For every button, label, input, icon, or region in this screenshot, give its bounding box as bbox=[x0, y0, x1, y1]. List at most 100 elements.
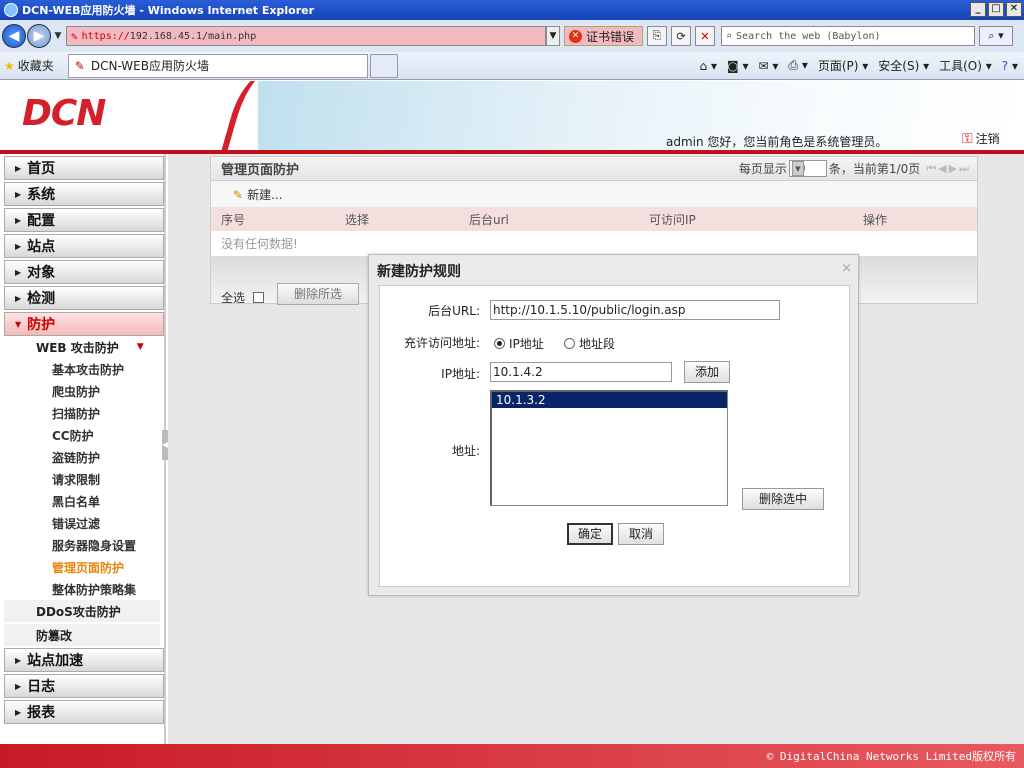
radio-range-label: 地址段 bbox=[579, 337, 616, 351]
tab-favicon-icon: ✎ bbox=[74, 58, 85, 73]
page-size-select[interactable]: 20 ▼ bbox=[788, 160, 827, 177]
dialog-close-icon[interactable]: × bbox=[841, 261, 852, 276]
stop-icon: ✕ bbox=[700, 29, 710, 43]
mail-button[interactable]: ✉ ▾ bbox=[758, 59, 778, 73]
caret-right-icon: ▶ bbox=[15, 267, 22, 277]
leaf-policy-set[interactable]: 整体防护策略集 bbox=[0, 578, 164, 600]
cancel-button[interactable]: 取消 bbox=[618, 523, 664, 545]
page-menu[interactable]: 页面(P) ▾ bbox=[818, 57, 868, 74]
sidebar-item-system[interactable]: ▶ 系统 bbox=[4, 182, 164, 206]
logout-link[interactable]: ⚿ 注销 bbox=[962, 130, 1000, 147]
submenu-tamper[interactable]: 防篡改 bbox=[4, 624, 160, 646]
user-info: admin 您好，您当前角色是系统管理员。 bbox=[666, 135, 888, 149]
leaf-error-filter[interactable]: 错误过滤 bbox=[0, 512, 164, 534]
star-icon: ★ bbox=[4, 59, 15, 73]
sidebar-item-log[interactable]: ▶ 日志 bbox=[4, 674, 164, 698]
sidebar-item-label: 首页 bbox=[27, 161, 56, 177]
radio-address-range[interactable]: 地址段 bbox=[564, 335, 615, 352]
cert-error-button[interactable]: ✕ 证书错误 bbox=[564, 26, 644, 46]
sidebar-item-config[interactable]: ▶ 配置 bbox=[4, 208, 164, 232]
sidebar-item-label: 防护 bbox=[27, 317, 56, 333]
logout-label: 注销 bbox=[975, 132, 1000, 146]
refresh-button[interactable]: ⟳ bbox=[671, 26, 692, 46]
sidebar-item-label: 对象 bbox=[27, 265, 56, 281]
feeds-button[interactable]: ◙ ▾ bbox=[727, 59, 749, 73]
back-button[interactable]: ◀ bbox=[2, 24, 26, 48]
window-titlebar: DCN-WEB应用防火墙 - Windows Internet Explorer… bbox=[0, 0, 1024, 20]
leaf-crawler[interactable]: 爬虫防护 bbox=[0, 380, 164, 402]
allow-address-label: 充许访问地址: bbox=[403, 336, 480, 350]
delete-selected-button[interactable]: 删除所选 bbox=[277, 283, 359, 305]
ie-logo-icon bbox=[4, 3, 18, 17]
url-input[interactable]: ✎ https:// 192.168.45.1/main.php bbox=[66, 26, 546, 46]
leaf-basic-attack[interactable]: 基本攻击防护 bbox=[0, 358, 164, 380]
backend-url-label: 后台URL: bbox=[428, 304, 480, 318]
backend-url-input[interactable]: http://10.1.5.10/public/login.asp bbox=[490, 300, 780, 320]
last-page-icon: ⏭ bbox=[959, 161, 971, 175]
key-icon: ⚿ bbox=[962, 130, 973, 147]
sidebar-item-report[interactable]: ▶ 报表 bbox=[4, 700, 164, 724]
address-option[interactable]: 10.1.3.2 bbox=[492, 392, 727, 408]
search-button[interactable]: ⌕ ▾ bbox=[979, 26, 1014, 46]
leaf-request-limit[interactable]: 请求限制 bbox=[0, 468, 164, 490]
submenu-web-attack[interactable]: WEB 攻击防护 ▼ bbox=[4, 336, 160, 358]
sidebar-item-label: 报表 bbox=[27, 705, 56, 721]
tools-menu[interactable]: 工具(O) ▾ bbox=[939, 57, 992, 74]
help-button[interactable]: ? ▾ bbox=[1002, 59, 1018, 73]
sidebar-item-home[interactable]: ▶ 首页 bbox=[4, 156, 164, 180]
browser-tab[interactable]: ✎ DCN-WEB应用防火墙 bbox=[67, 53, 368, 78]
leaf-server-stealth[interactable]: 服务器隐身设置 bbox=[0, 534, 164, 556]
tools-menu-label: 工具(O) bbox=[939, 59, 982, 73]
search-placeholder: Search the web (Babylon) bbox=[736, 30, 881, 42]
pager-suffix: 条，当前第1/0页 bbox=[828, 162, 921, 176]
ok-button[interactable]: 确定 bbox=[567, 523, 613, 545]
pager-nav[interactable]: ⏮◀▶⏭ bbox=[926, 162, 971, 176]
select-all-checkbox[interactable] bbox=[253, 292, 265, 303]
add-button[interactable]: 添加 bbox=[684, 361, 730, 383]
search-input[interactable]: ⌕ Search the web (Babylon) bbox=[721, 26, 976, 46]
sidebar-item-site[interactable]: ▶ 站点 bbox=[4, 234, 164, 258]
leaf-admin-page-protect[interactable]: 管理页面防护 bbox=[0, 556, 164, 578]
favorites-label: 收藏夹 bbox=[17, 59, 54, 73]
sidebar-item-detect[interactable]: ▶ 检测 bbox=[4, 286, 164, 310]
radio-range-dot bbox=[564, 338, 575, 349]
maximize-button[interactable]: □ bbox=[988, 2, 1004, 17]
submenu-ddos[interactable]: DDoS攻击防护 bbox=[4, 600, 160, 622]
favorites-button[interactable]: ★ 收藏夹 bbox=[4, 57, 54, 74]
sidebar-item-label: 站点加速 bbox=[27, 653, 84, 669]
print-button[interactable]: ⎙ ▾ bbox=[788, 58, 807, 73]
sidebar-item-protect[interactable]: ▼ 防护 bbox=[4, 312, 164, 336]
new-rule-dialog: 新建防护规则 × 后台URL: http://10.1.5.10/public/… bbox=[368, 254, 859, 596]
address-bar: ◀ ▶ ▼ ✎ https:// 192.168.45.1/main.php ▼… bbox=[0, 20, 1024, 52]
pager-prefix: 每页显示 bbox=[738, 162, 787, 176]
leaf-hotlink[interactable]: 盗链防护 bbox=[0, 446, 164, 468]
ip-address-input[interactable]: 10.1.4.2 bbox=[490, 362, 672, 382]
url-dropdown-button[interactable]: ▼ bbox=[546, 26, 560, 46]
minimize-button[interactable]: _ bbox=[970, 2, 986, 17]
close-window-button[interactable]: ✕ bbox=[1006, 2, 1022, 17]
sidebar-item-acceleration[interactable]: ▶ 站点加速 bbox=[4, 648, 164, 672]
new-tab-button[interactable] bbox=[369, 53, 398, 78]
shield-x-icon: ✕ bbox=[569, 29, 582, 43]
stop-button[interactable]: ✕ bbox=[695, 26, 716, 46]
caret-right-icon: ▶ bbox=[15, 215, 22, 225]
radio-ip-address[interactable]: IP地址 bbox=[494, 335, 544, 352]
edit-icon: ✎ bbox=[233, 187, 244, 202]
caret-right-icon: ▶ bbox=[15, 293, 22, 303]
leaf-scan[interactable]: 扫描防护 bbox=[0, 402, 164, 424]
history-dropdown-icon[interactable]: ▼ bbox=[52, 31, 64, 41]
forward-button[interactable]: ▶ bbox=[27, 24, 51, 48]
sidebar-item-object[interactable]: ▶ 对象 bbox=[4, 260, 164, 284]
leaf-blackwhite-list[interactable]: 黑白名单 bbox=[0, 490, 164, 512]
dcn-logo: DCN bbox=[22, 93, 106, 134]
address-listbox[interactable]: 10.1.3.2 bbox=[490, 390, 728, 506]
new-button[interactable]: ✎ 新建... bbox=[233, 186, 283, 203]
favorites-bar: ★ 收藏夹 ✎ DCN-WEB应用防火墙 ⌂ ▾ ◙ ▾ ✉ ▾ ⎙ ▾ 页面(P… bbox=[0, 52, 1024, 80]
compat-view-button[interactable]: ⎘ bbox=[647, 26, 668, 46]
safety-menu[interactable]: 安全(S) ▾ bbox=[878, 57, 929, 74]
leaf-cc[interactable]: CC防护 bbox=[0, 424, 164, 446]
next-page-icon: ▶ bbox=[948, 161, 960, 175]
delete-selected-address-button[interactable]: 删除选中 bbox=[742, 488, 824, 510]
copyright-suffix: 版权所有 bbox=[972, 750, 1016, 763]
home-button[interactable]: ⌂ ▾ bbox=[700, 59, 717, 73]
